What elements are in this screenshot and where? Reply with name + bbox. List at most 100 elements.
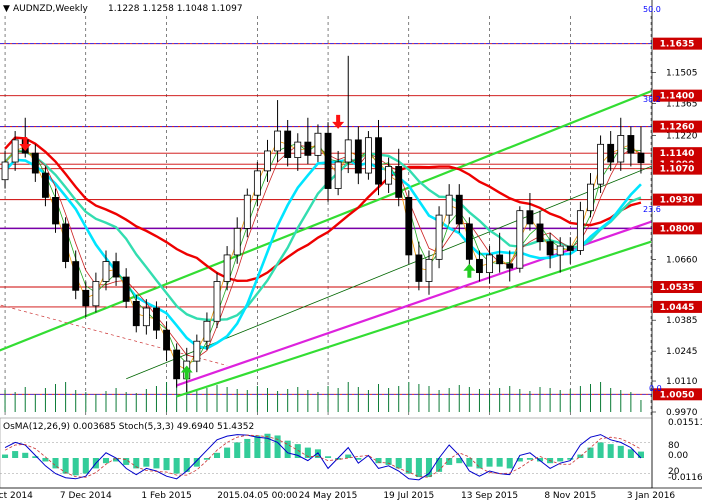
candle-body xyxy=(324,132,332,189)
osma-bar xyxy=(395,458,402,469)
scale-tick-label: 1.0245 xyxy=(666,347,698,357)
scale-tick-label: 1.0110 xyxy=(666,377,698,387)
time-axis-label: 7 Dec 2014 xyxy=(60,491,112,501)
candle-body xyxy=(52,197,59,225)
fib-label-50: 50.0 xyxy=(643,5,661,14)
candle-body xyxy=(465,223,473,260)
osma-bar xyxy=(102,458,110,464)
candle-body xyxy=(607,143,615,163)
osma-bar xyxy=(183,458,190,472)
osma-bar xyxy=(436,458,443,472)
candle-body xyxy=(566,245,574,251)
candle-body xyxy=(576,210,584,251)
candle-body xyxy=(486,254,493,274)
osma-bar xyxy=(72,458,79,476)
time-axis-label: 13 Sep 2015 xyxy=(461,491,518,501)
time-axis-label: 2015.04.05 00:00 xyxy=(217,491,298,501)
indicator-tick-label: 80 xyxy=(668,441,680,451)
fib-label-38: 38.2 xyxy=(643,95,661,104)
price-level-label: 1.1635 xyxy=(660,40,695,50)
trading-chart[interactable]: 1.15051.13651.12201.06601.03851.02451.01… xyxy=(0,0,702,503)
candle-body xyxy=(62,223,70,262)
candle-body xyxy=(203,320,211,342)
candle-body xyxy=(294,141,302,158)
osma-bar xyxy=(22,452,29,458)
candle-body xyxy=(375,137,382,185)
osma-bar xyxy=(557,458,564,462)
price-level-label: 1.1260 xyxy=(660,123,695,133)
candle-body xyxy=(506,263,514,269)
scale-tick-label: 1.1220 xyxy=(666,131,698,141)
scale-tick-label: 1.1505 xyxy=(666,68,698,78)
time-axis-label: 12 Oct 2014 xyxy=(0,491,33,501)
candle-body xyxy=(132,300,140,327)
candle-body xyxy=(1,161,9,181)
candle-body xyxy=(637,152,645,164)
scale-tick-label: 1.0660 xyxy=(666,255,698,265)
candle-body xyxy=(243,194,251,229)
candle-body xyxy=(153,307,160,331)
osma-bar xyxy=(62,458,69,474)
candle-body xyxy=(627,135,635,154)
osma-bar xyxy=(415,458,422,478)
candle-body xyxy=(233,227,241,256)
candle-body xyxy=(274,130,282,152)
candle-body xyxy=(476,258,483,274)
candle-body xyxy=(142,307,150,327)
candle-body xyxy=(304,141,312,156)
candle-body xyxy=(536,223,544,243)
candle-body xyxy=(102,261,110,282)
candle-body xyxy=(253,170,261,196)
candle-body xyxy=(385,166,393,185)
candle-body xyxy=(556,245,564,256)
osma-bar xyxy=(264,433,271,458)
candle-body xyxy=(526,210,534,225)
osma-bar xyxy=(597,442,604,458)
indicator-tick-label: 0.00 xyxy=(668,451,688,461)
osma-bar xyxy=(173,458,180,474)
osma-bar xyxy=(385,458,392,465)
candle-body xyxy=(395,166,403,198)
candle-body xyxy=(31,152,39,174)
ohlc-values: 1.1228 1.1258 1.1048 1.1097 xyxy=(108,4,243,14)
candle-body xyxy=(11,139,19,163)
candle-body xyxy=(112,261,120,278)
candle-body xyxy=(284,130,292,158)
symbol-menu-icon[interactable]: ▼ xyxy=(3,4,10,14)
price-level-label: 1.1140 xyxy=(660,149,695,159)
osma-bar xyxy=(506,458,513,469)
osma-bar xyxy=(42,458,49,462)
candle-body xyxy=(516,210,524,269)
candle-body xyxy=(546,241,554,256)
osma-bar xyxy=(607,444,614,458)
osma-bar xyxy=(425,458,433,478)
candle-body xyxy=(425,258,433,282)
candle-body xyxy=(405,197,413,256)
price-level-label: 1.0930 xyxy=(660,196,695,206)
candle-body xyxy=(364,137,372,174)
candle-body xyxy=(597,143,605,185)
fib-label-23: 23.6 xyxy=(643,205,661,214)
osma-bar xyxy=(637,451,644,458)
candle-body xyxy=(72,261,80,291)
candle-body xyxy=(496,254,504,265)
osma-bar xyxy=(567,458,574,460)
osma-bar xyxy=(526,458,533,460)
indicator-label: OsMA(12,26,9) 0.003685 Stoch(5,3,3) 49.6… xyxy=(3,422,254,432)
osma-bar xyxy=(82,458,89,474)
osma-bar xyxy=(163,458,170,471)
fib-label-0: 0.0 xyxy=(649,384,662,393)
time-axis-label: 24 May 2015 xyxy=(299,491,358,501)
indicator-tick-label: 20 xyxy=(668,467,680,477)
candle-body xyxy=(193,340,201,362)
candle-body xyxy=(455,194,463,225)
osma-bar xyxy=(325,456,332,458)
indicator-tick-label: 0.015112 xyxy=(668,418,702,428)
candle-body xyxy=(334,161,342,189)
price-level-label: 1.1070 xyxy=(660,165,695,175)
osma-bar xyxy=(153,458,160,469)
candle-body xyxy=(314,132,322,156)
candle-body xyxy=(41,172,49,198)
osma-bar xyxy=(274,435,281,458)
candle-body xyxy=(617,135,625,163)
